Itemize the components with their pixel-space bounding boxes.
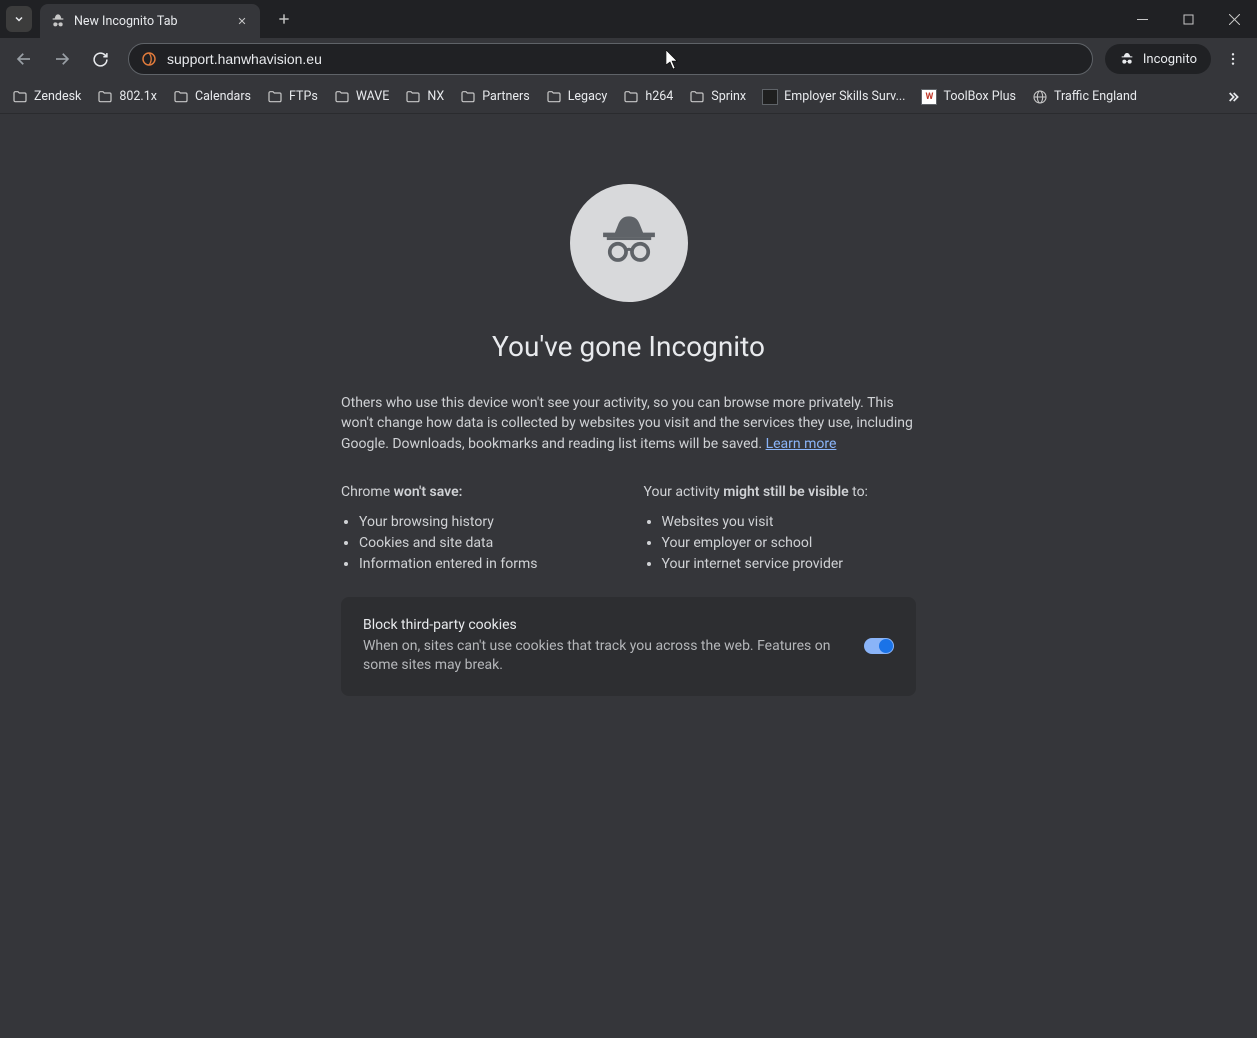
bookmark-item[interactable]: Calendars — [173, 89, 251, 105]
column-title: Your activity might still be visible to: — [644, 484, 917, 500]
list-item: Your browsing history — [359, 512, 614, 533]
folder-icon — [173, 89, 189, 105]
omnibox[interactable] — [128, 43, 1093, 75]
bookmark-label: NX — [427, 89, 444, 104]
bookmark-item[interactable]: 802.1x — [97, 89, 157, 105]
bookmark-label: Traffic England — [1054, 89, 1137, 104]
close-icon — [237, 16, 247, 26]
cookie-card-desc: When on, sites can't use cookies that tr… — [363, 637, 844, 676]
maximize-icon — [1183, 14, 1194, 25]
list-item: Cookies and site data — [359, 533, 614, 554]
bookmark-item[interactable]: Legacy — [546, 89, 608, 105]
tab-close-button[interactable] — [234, 13, 250, 29]
incognito-chip-label: Incognito — [1143, 52, 1197, 67]
incognito-tab-icon — [50, 13, 66, 29]
folder-icon — [97, 89, 113, 105]
minimize-button[interactable] — [1119, 0, 1165, 38]
column-wont-save: Chrome won't save: Your browsing history… — [341, 484, 614, 575]
bookmarks-overflow-button[interactable] — [1221, 85, 1245, 109]
list-item: Websites you visit — [662, 512, 917, 533]
bookmark-label: Calendars — [195, 89, 251, 104]
folder-icon — [405, 89, 421, 105]
folder-icon — [267, 89, 283, 105]
site-icon — [141, 51, 157, 67]
tab-title: New Incognito Tab — [74, 14, 226, 29]
minimize-icon — [1137, 14, 1148, 25]
page-content: You've gone Incognito Others who use thi… — [0, 114, 1257, 1038]
bookmark-label: h264 — [645, 89, 673, 104]
bookmark-item[interactable]: h264 — [623, 89, 673, 105]
folder-icon — [12, 89, 28, 105]
bookmark-label: WAVE — [356, 89, 390, 104]
folder-icon — [546, 89, 562, 105]
site-favicon: W — [921, 89, 937, 105]
toggle-knob — [879, 639, 893, 653]
close-icon — [1229, 14, 1240, 25]
dots-vertical-icon — [1225, 51, 1241, 67]
incognito-icon — [1119, 51, 1135, 67]
close-window-button[interactable] — [1211, 0, 1257, 38]
list-item: Your employer or school — [662, 533, 917, 554]
window-controls — [1119, 0, 1257, 38]
new-tab-button[interactable] — [270, 5, 298, 33]
globe-icon — [1032, 89, 1048, 105]
bookmark-label: Partners — [482, 89, 529, 104]
titlebar: New Incognito Tab — [0, 0, 1257, 38]
bookmark-item[interactable]: Sprinx — [689, 89, 746, 105]
tab-search-button[interactable] — [6, 6, 32, 32]
folder-icon — [334, 89, 350, 105]
arrow-left-icon — [15, 50, 33, 68]
site-favicon — [762, 89, 778, 105]
learn-more-link[interactable]: Learn more — [766, 436, 837, 452]
folder-icon — [623, 89, 639, 105]
bookmark-item[interactable]: W ToolBox Plus — [921, 89, 1016, 105]
toolbar: Incognito — [0, 38, 1257, 80]
tab-active[interactable]: New Incognito Tab — [40, 4, 260, 38]
reload-button[interactable] — [84, 43, 116, 75]
plus-icon — [277, 12, 291, 26]
incognito-chip[interactable]: Incognito — [1105, 44, 1211, 74]
bookmark-label: Employer Skills Surv... — [784, 89, 905, 104]
bookmark-label: Legacy — [568, 89, 608, 104]
bookmark-item[interactable]: Traffic England — [1032, 89, 1137, 105]
bookmark-label: Sprinx — [711, 89, 746, 104]
folder-icon — [689, 89, 705, 105]
block-cookies-card: Block third-party cookies When on, sites… — [341, 597, 916, 696]
folder-icon — [460, 89, 476, 105]
page-heading: You've gone Incognito — [492, 330, 765, 363]
forward-button[interactable] — [46, 43, 78, 75]
incognito-hero-icon — [570, 184, 688, 302]
bookmark-item[interactable]: Partners — [460, 89, 529, 105]
bookmark-item[interactable]: Employer Skills Surv... — [762, 89, 905, 105]
arrow-right-icon — [53, 50, 71, 68]
column-title: Chrome won't save: — [341, 484, 614, 500]
bookmark-item[interactable]: Zendesk — [12, 89, 81, 105]
bookmark-label: 802.1x — [119, 89, 157, 104]
reload-icon — [92, 51, 109, 68]
back-button[interactable] — [8, 43, 40, 75]
column-visible-to: Your activity might still be visible to:… — [644, 484, 917, 575]
intro-text: Others who use this device won't see you… — [341, 393, 916, 454]
maximize-button[interactable] — [1165, 0, 1211, 38]
bookmark-label: FTPs — [289, 89, 318, 104]
cookie-card-title: Block third-party cookies — [363, 617, 844, 633]
chevron-down-icon — [13, 13, 25, 25]
bookmark-label: ToolBox Plus — [943, 89, 1016, 104]
block-cookies-toggle[interactable] — [864, 638, 894, 654]
list-item: Information entered in forms — [359, 554, 614, 575]
info-columns: Chrome won't save: Your browsing history… — [341, 484, 916, 575]
bookmark-item[interactable]: WAVE — [334, 89, 390, 105]
bookmark-item[interactable]: NX — [405, 89, 444, 105]
bookmarks-bar: Zendesk 802.1x Calendars FTPs WAVE NX Partners… — [0, 80, 1257, 114]
list-item: Your internet service provider — [662, 554, 917, 575]
address-input[interactable] — [167, 51, 1080, 67]
bookmark-item[interactable]: FTPs — [267, 89, 318, 105]
bookmark-label: Zendesk — [34, 89, 81, 104]
chrome-menu-button[interactable] — [1217, 43, 1249, 75]
chevron-double-right-icon — [1225, 89, 1241, 105]
